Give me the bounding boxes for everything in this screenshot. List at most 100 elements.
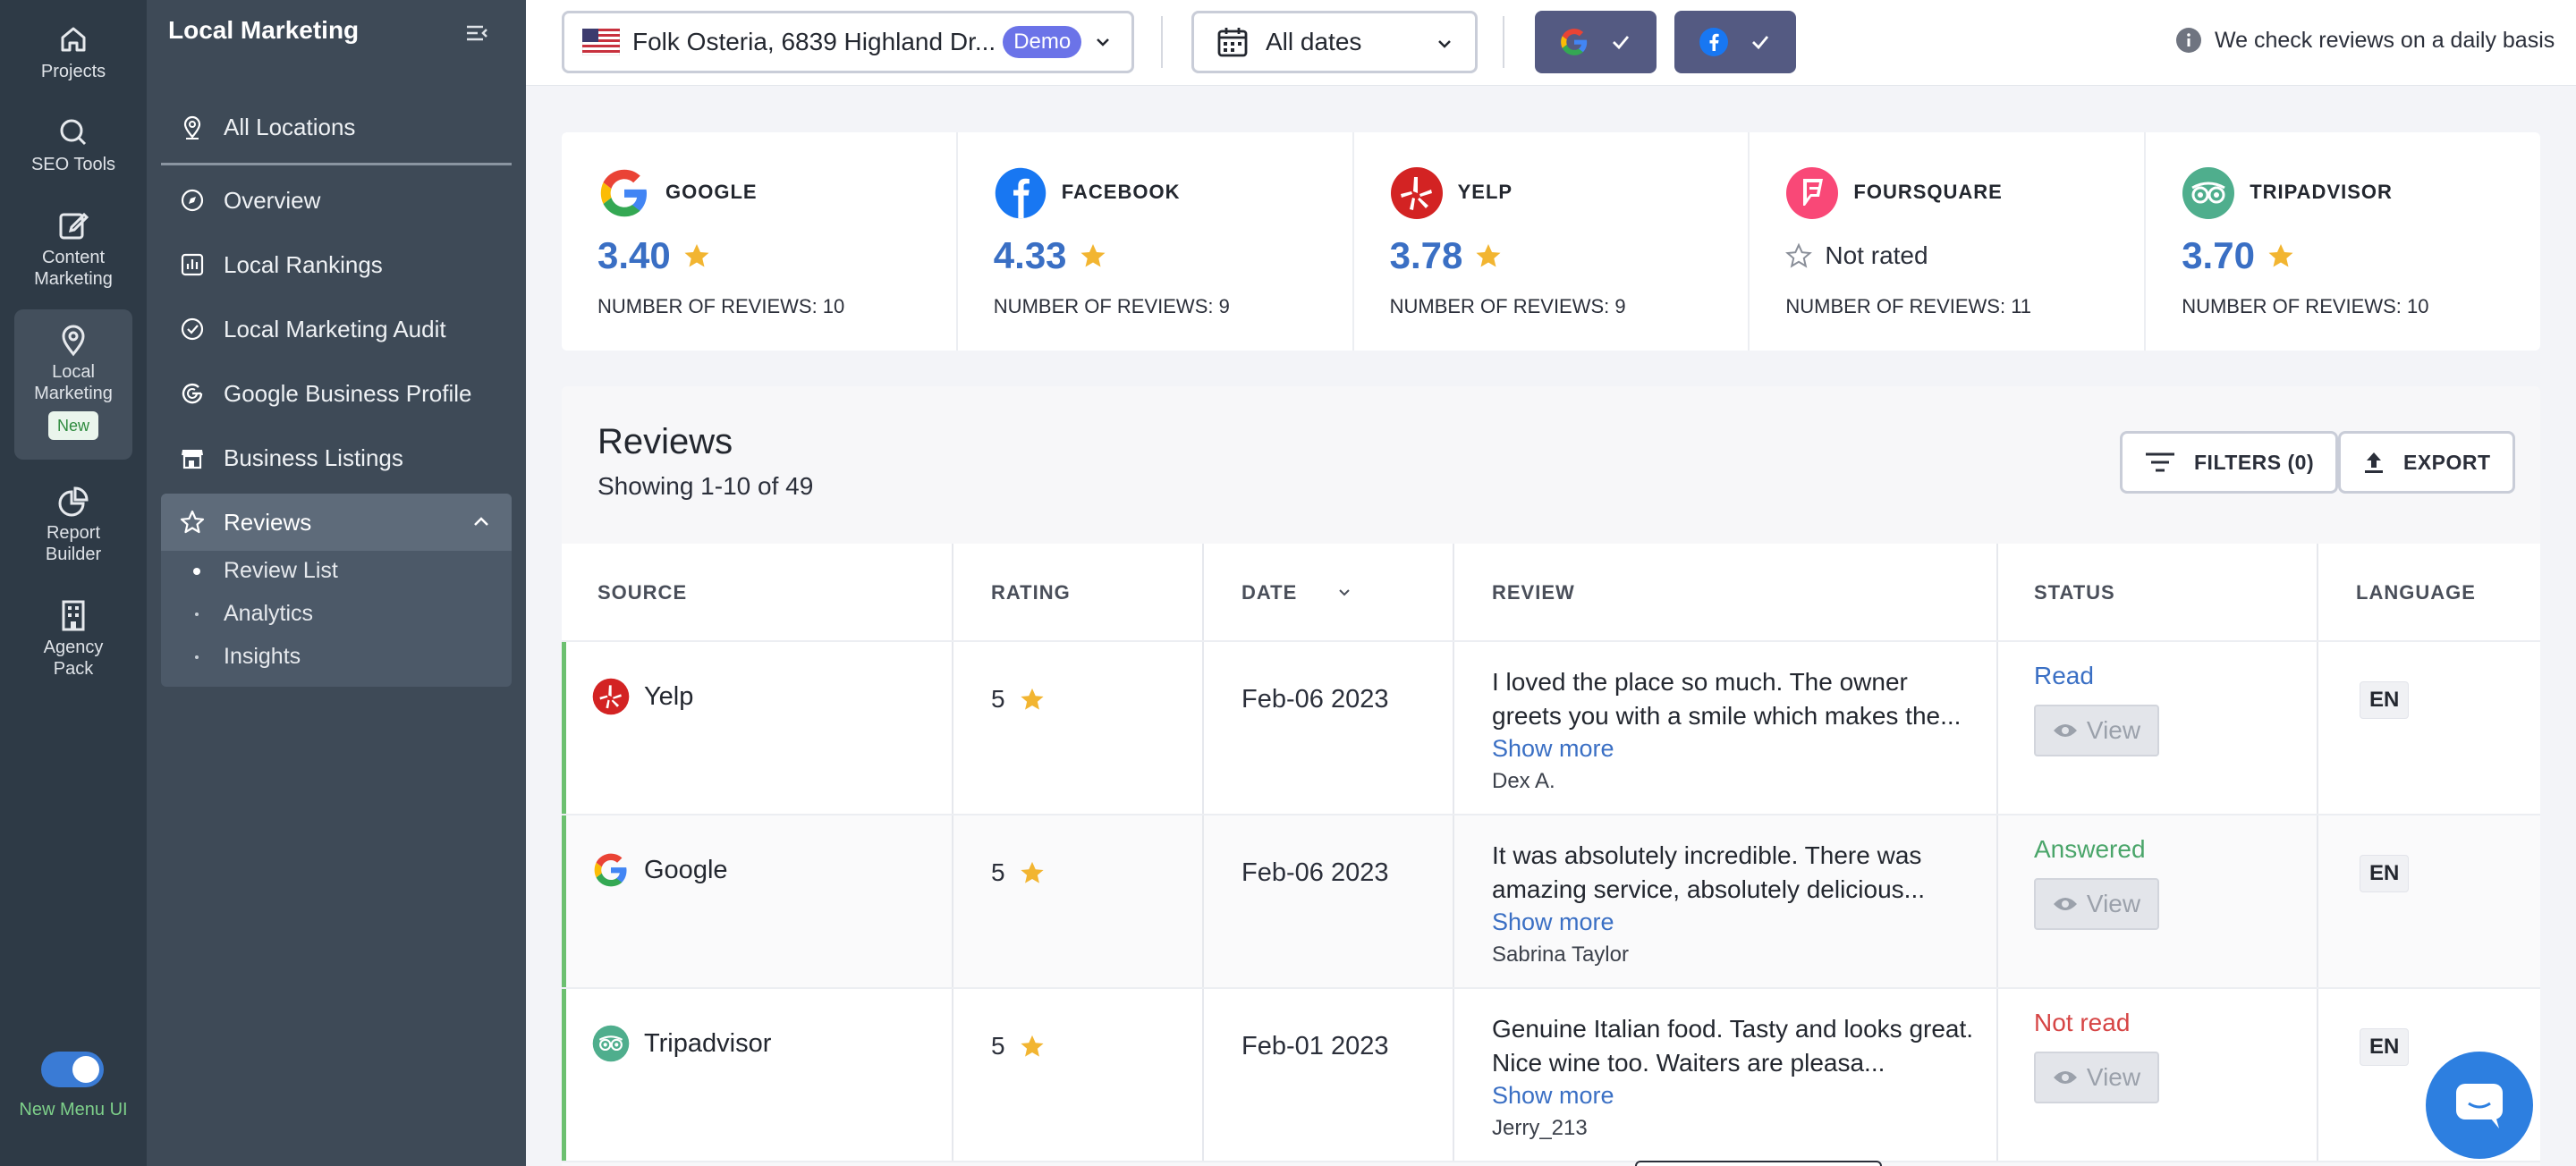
column-divider (1453, 815, 1454, 987)
rail-label: Projects (40, 62, 106, 81)
sidebar-item-all-locations[interactable]: All Locations (161, 100, 512, 154)
chat-icon (2456, 1084, 2503, 1128)
column-divider (2317, 815, 2318, 987)
sidebar-subitem-insights[interactable]: Insights (193, 644, 301, 670)
sidebar-item-label: Business Listings (224, 444, 403, 471)
view-button[interactable]: View (2034, 878, 2159, 930)
column-header-source[interactable]: SOURCE (597, 544, 687, 642)
sidebar-item-local-marketing-audit[interactable]: Local Marketing Audit (161, 302, 512, 356)
source-name: FACEBOOK (1061, 181, 1181, 203)
bottom-tab-handle (1635, 1161, 1882, 1166)
new-menu-toggle[interactable] (41, 1052, 104, 1087)
sidebar-item-overview[interactable]: Overview (161, 173, 512, 227)
sidebar-subitem-analytics[interactable]: Analytics (193, 601, 313, 627)
stat-tripadvisor: TRIPADVISOR 3.70 NUMBER OF REVIEWS: 10 (2146, 132, 2540, 351)
language-badge: EN (2360, 855, 2410, 892)
source-name: YELP (1457, 181, 1513, 203)
column-header-date[interactable]: DATE (1241, 544, 1352, 642)
chat-widget-button[interactable] (2426, 1052, 2533, 1159)
rating-value: 5 (991, 685, 1005, 713)
language-badge: EN (2360, 1028, 2410, 1066)
source-cell: Yelp (592, 678, 693, 715)
average-rating: 4.33 (994, 234, 1106, 277)
google-icon (182, 383, 203, 404)
chevron-up-icon (474, 517, 488, 526)
eye-icon (2053, 724, 2077, 737)
rail-item-seo-tools[interactable]: SEO Tools (14, 114, 132, 175)
date-cell: Feb-06 2023 (1241, 685, 1389, 714)
rail-item-agency-pack[interactable]: Agency Pack (14, 597, 132, 680)
show-more-link[interactable]: Show more (1492, 1080, 1975, 1111)
new-menu-label: New Menu UI (19, 1100, 128, 1120)
rating-cell: 5 (991, 685, 1045, 714)
rail-item-local-marketing[interactable]: Local Marketing New (14, 309, 132, 460)
subitem-label: Analytics (224, 601, 314, 626)
average-rating: 3.40 (597, 234, 710, 277)
sidebar: Local Marketing All Locations Overview L… (147, 0, 526, 1166)
view-label: View (2086, 716, 2141, 744)
compass-icon (181, 189, 204, 212)
facebook-source-toggle[interactable] (1674, 11, 1796, 73)
column-header-rating[interactable]: RATING (991, 544, 1071, 642)
rating-value: 3.70 (2182, 234, 2255, 276)
sidebar-item-google-business-profile[interactable]: Google Business Profile (161, 367, 512, 420)
rail-item-report-builder[interactable]: Report Builder (14, 483, 132, 565)
show-more-link[interactable]: Show more (1492, 907, 1975, 937)
source-cell: Google (592, 851, 728, 889)
column-divider (2317, 544, 2318, 640)
collapse-menu-icon[interactable] (463, 20, 490, 46)
column-header-review[interactable]: REVIEW (1492, 544, 1575, 642)
table-row[interactable]: Yelp 5 Feb-06 2023 I loved the place so … (562, 642, 2540, 815)
star-icon (1476, 244, 1501, 267)
rail-item-content-marketing[interactable]: Content Marketing (14, 207, 132, 290)
search-icon (60, 119, 87, 146)
stat-foursquare: FOURSQUARE Not rated NUMBER OF REVIEWS: … (1750, 132, 2147, 351)
export-button[interactable]: EXPORT (2338, 431, 2515, 494)
filters-button[interactable]: FILTERS (0) (2120, 431, 2339, 494)
rating-value: 4.33 (993, 234, 1067, 276)
show-more-link[interactable]: Show more (1492, 733, 1975, 764)
location-select[interactable]: Folk Osteria, 6839 Highland Dr... Demo (562, 11, 1134, 73)
stat-google: GOOGLE 3.40 NUMBER OF REVIEWS: 10 (562, 132, 958, 351)
bar-chart-icon (181, 253, 204, 276)
table-row[interactable]: Tripadvisor 5 Feb-01 2023 Genuine Italia… (562, 989, 2540, 1162)
sidebar-item-reviews[interactable]: Reviews (161, 494, 512, 551)
store-icon (182, 450, 203, 469)
column-divider (1996, 544, 1998, 640)
star-icon (2268, 244, 2293, 267)
subitem-label: Review List (224, 558, 338, 583)
sidebar-subitem-review-list[interactable]: Review List (193, 558, 338, 584)
top-bar: Folk Osteria, 6839 Highland Dr... Demo A… (526, 0, 2576, 86)
row-accent-bar (562, 989, 566, 1161)
sidebar-item-business-listings[interactable]: Business Listings (161, 431, 512, 485)
table-row[interactable]: Google 5 Feb-06 2023 It was absolutely i… (562, 815, 2540, 989)
rail-label: Content Marketing (34, 248, 113, 289)
sort-chevron-down-icon (1339, 589, 1350, 596)
reviews-panel: Reviews Showing 1-10 of 49 FILTERS (0) E… (562, 386, 2540, 1166)
google-source-toggle[interactable] (1535, 11, 1657, 73)
column-header-status[interactable]: STATUS (2034, 544, 2115, 642)
sidebar-item-label: Overview (224, 186, 321, 214)
view-button[interactable]: View (2034, 1052, 2159, 1103)
bullet-dot (195, 655, 199, 659)
sidebar-title: Local Marketing (168, 16, 360, 44)
review-author: Dex A. (1492, 769, 1555, 793)
google-logo-icon (600, 169, 647, 217)
edit-icon (59, 212, 89, 240)
not-rated: Not rated (1785, 241, 1928, 270)
table-header: SOURCE RATING DATE REVIEW STATUS LANGUAG… (562, 544, 2540, 642)
tripadvisor-logo-icon (592, 1025, 630, 1062)
view-label: View (2086, 1063, 2141, 1091)
view-button[interactable]: View (2034, 705, 2159, 756)
column-divider (1202, 642, 1204, 814)
date-range-select[interactable]: All dates (1191, 11, 1478, 73)
facebook-logo-icon (1699, 28, 1728, 56)
info-note: We check reviews on a daily basis (2175, 27, 2555, 54)
rail-item-projects[interactable]: Projects (14, 21, 132, 82)
column-header-language[interactable]: LANGUAGE (2356, 544, 2476, 642)
sidebar-item-local-rankings[interactable]: Local Rankings (161, 238, 512, 292)
column-divider (2317, 989, 2318, 1161)
google-logo-icon (1561, 29, 1588, 55)
star-icon (1020, 688, 1044, 710)
rating-value: Not rated (1825, 241, 1928, 269)
